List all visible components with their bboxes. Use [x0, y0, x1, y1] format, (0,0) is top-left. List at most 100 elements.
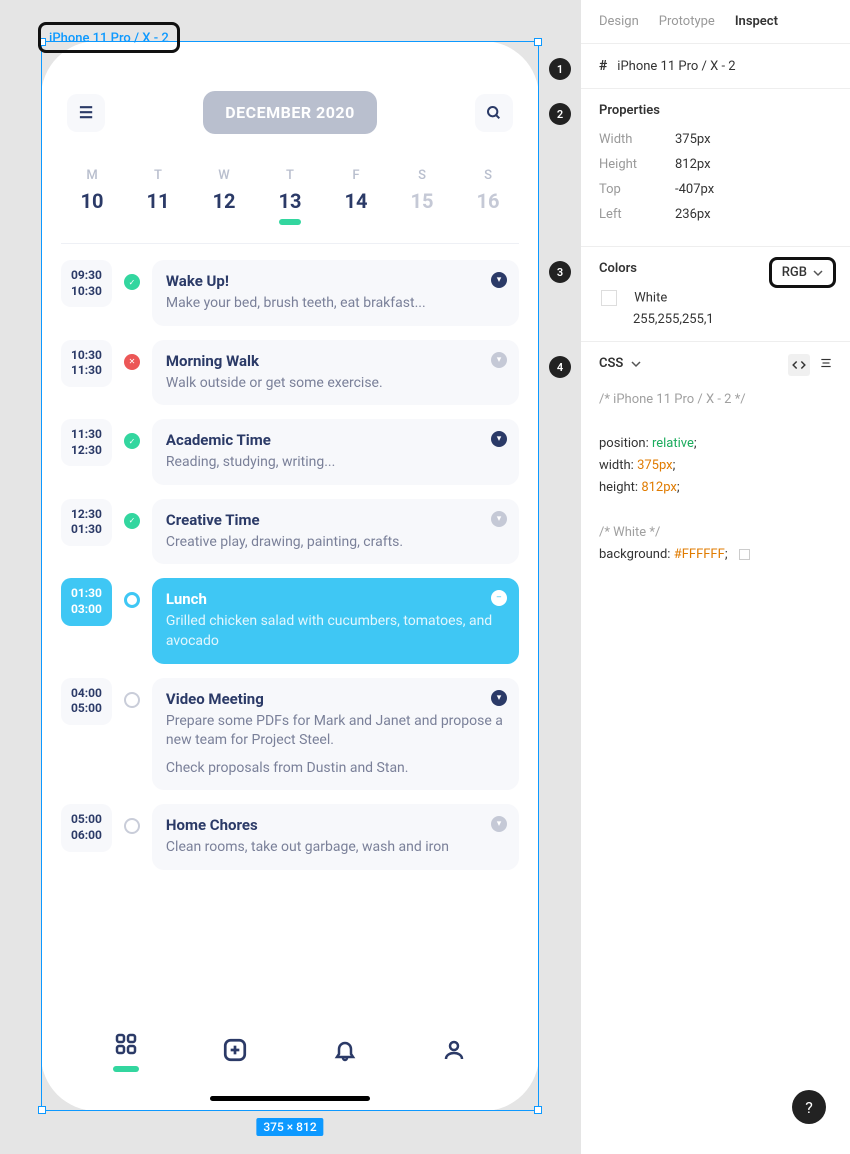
bell-icon [333, 1038, 357, 1062]
expand-icon[interactable]: ▾ [491, 352, 507, 368]
day-number: 13 [269, 189, 311, 213]
day-11[interactable]: T11 [137, 168, 179, 225]
add-icon [222, 1037, 248, 1063]
list-view-button[interactable] [818, 356, 834, 374]
expand-icon[interactable]: ▾ [491, 511, 507, 527]
properties-title: Properties [599, 103, 832, 118]
event-time[interactable]: 11:3012:30 [61, 419, 112, 466]
prop-left-label: Left [599, 207, 649, 222]
day-number: 14 [335, 189, 377, 213]
css-code-block[interactable]: /* iPhone 11 Pro / X - 2 */ position: re… [599, 389, 832, 566]
day-15[interactable]: S 15 [401, 168, 443, 225]
callout-3: 3 [549, 261, 571, 283]
day-12[interactable]: W 12 [203, 168, 245, 225]
section-colors: 3 Colors RGB White 255,255,255,1 [581, 246, 850, 341]
event-card[interactable]: ▾Academic TimeReading, studying, writing… [152, 419, 519, 485]
color-mode-dropdown[interactable]: RGB [769, 257, 836, 288]
chevron-down-icon [813, 268, 823, 278]
day-letter: F [335, 168, 377, 183]
tab-design[interactable]: Design [599, 14, 639, 29]
prop-width-label: Width [599, 132, 649, 147]
color-name: White [634, 290, 667, 305]
day-letter: M [71, 168, 113, 183]
selection-dimensions: 375 × 812 [256, 1118, 323, 1136]
search-button[interactable] [475, 94, 513, 132]
event-card[interactable]: ▾Video MeetingPrepare some PDFs for Mark… [152, 678, 519, 791]
event-status-icon [124, 592, 140, 608]
section-properties: 2 Properties Width375px Height812px Top-… [581, 88, 850, 246]
event-time[interactable]: 01:3003:00 [61, 578, 112, 625]
color-chip [739, 549, 750, 560]
events-list[interactable]: 09:3010:30 ✓ ▾Wake Up!Make your bed, brush… [61, 244, 519, 1004]
event-title: Academic Time [166, 431, 505, 449]
week-days-row: M10 T11 W 12 T 13 F 14 S 15 S16 [61, 142, 519, 244]
frame-label[interactable]: iPhone 11 Pro / X - 2 [49, 31, 169, 46]
canvas-area[interactable]: iPhone 11 Pro / X - 2 375 × 812 ☰ DECEMB… [0, 0, 580, 1154]
expand-icon[interactable]: ▾ [491, 272, 507, 288]
prop-top-value: -407px [675, 182, 714, 197]
month-selector[interactable]: DECEMBER 2020 [203, 91, 377, 134]
event-status-icon: ✓ [124, 433, 140, 449]
event-title: Lunch [166, 590, 505, 608]
day-16[interactable]: S16 [467, 168, 509, 225]
day-number: 15 [401, 189, 443, 213]
color-row[interactable]: White 255,255,255,1 [599, 290, 832, 327]
search-icon [486, 105, 502, 121]
day-number: 12 [203, 189, 245, 213]
event-time[interactable]: 04:0005:00 [61, 678, 112, 725]
resize-handle-tr[interactable] [534, 38, 542, 46]
event-card[interactable]: ▾Creative TimeCreative play, drawing, pa… [152, 499, 519, 565]
event-title: Morning Walk [166, 352, 505, 370]
event-title: Creative Time [166, 511, 505, 529]
event-card[interactable]: ▾Home ChoresClean rooms, take out garbag… [152, 804, 519, 870]
tab-notifications[interactable] [321, 1038, 369, 1066]
phone-frame[interactable]: ☰ DECEMBER 2020 M10 T11 W 12 T 13 F 14 S 15 S16 09… [41, 41, 539, 1111]
event-status-icon: ✓ [124, 274, 140, 290]
event-time[interactable]: 12:3001:30 [61, 499, 112, 546]
callout-2: 2 [549, 103, 571, 125]
event-title: Video Meeting [166, 690, 505, 708]
home-indicator [210, 1096, 370, 1101]
tab-indicator [113, 1066, 139, 1072]
section-css: 4 CSS /* iPhone 11 Pro / X - 2 */ positi… [581, 341, 850, 580]
color-swatch [601, 290, 617, 306]
help-button[interactable]: ? [792, 1090, 826, 1124]
event-card[interactable]: ▾Wake Up!Make your bed, brush teeth, eat… [152, 260, 519, 326]
tab-profile[interactable] [430, 1038, 478, 1066]
tab-inspect[interactable]: Inspect [735, 14, 778, 29]
frame-icon: # [599, 58, 607, 74]
day-letter: W [203, 168, 245, 183]
callout-1: 1 [549, 58, 571, 80]
event-description-2: Check proposals from Dustin and Stan. [166, 759, 505, 779]
event-title: Wake Up! [166, 272, 505, 290]
event-time[interactable]: 09:3010:30 [61, 260, 112, 307]
menu-button[interactable]: ☰ [67, 94, 105, 132]
section-frame: 1 # iPhone 11 Pro / X - 2 [581, 43, 850, 88]
event-row: 09:3010:30 ✓ ▾Wake Up!Make your bed, brush… [61, 260, 519, 326]
list-icon [818, 356, 834, 370]
day-13[interactable]: T 13 [269, 168, 311, 225]
day-14[interactable]: F 14 [335, 168, 377, 225]
frame-name: iPhone 11 Pro / X - 2 [617, 59, 735, 74]
event-time[interactable]: 10:3011:30 [61, 340, 112, 387]
day-10[interactable]: M10 [71, 168, 113, 225]
day-letter: S [401, 168, 443, 183]
color-mode-label: RGB [782, 265, 807, 280]
event-card[interactable]: ▾Morning Walk Walk outside or get some ex… [152, 340, 519, 406]
event-time[interactable]: 05:0006:00 [61, 804, 112, 851]
tab-home[interactable] [102, 1032, 150, 1072]
event-status-icon [124, 818, 140, 834]
event-card[interactable]: –LunchGrilled chicken salad with cucumbe… [152, 578, 519, 663]
prop-top-label: Top [599, 182, 649, 197]
expand-icon[interactable]: ▾ [491, 690, 507, 706]
code-view-button[interactable] [788, 354, 810, 376]
day-number: 16 [467, 189, 509, 213]
prop-height-value: 812px [675, 157, 711, 172]
event-row: 12:3001:30✓▾Creative TimeCreative play, … [61, 499, 519, 565]
event-description: Grilled chicken salad with cucumbers, to… [166, 612, 505, 651]
day-letter: T [269, 168, 311, 183]
tab-prototype[interactable]: Prototype [659, 14, 715, 29]
event-description: Walk outside or get some exercise. [166, 374, 505, 394]
tab-add[interactable] [211, 1037, 259, 1067]
chevron-down-icon[interactable] [631, 359, 641, 369]
